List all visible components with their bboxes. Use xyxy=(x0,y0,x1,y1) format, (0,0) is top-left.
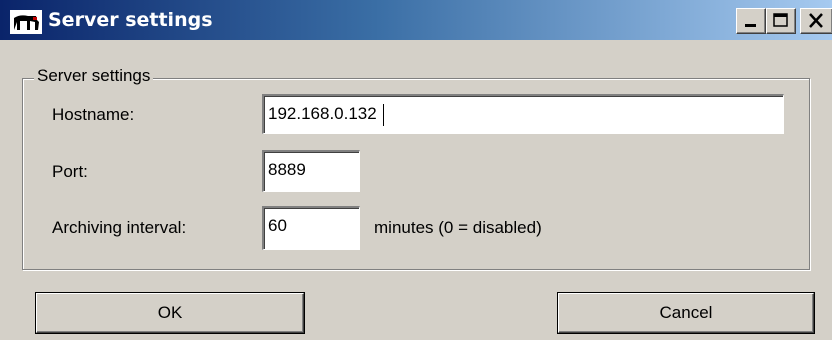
close-icon xyxy=(809,13,823,28)
archiving-interval-value: 60 xyxy=(268,216,287,235)
server-settings-window: Server settings Server settings Hostname… xyxy=(0,0,832,340)
hostname-label: Hostname: xyxy=(52,105,135,124)
archiving-interval-hint: minutes (0 = disabled) xyxy=(374,218,542,237)
app-icon xyxy=(10,10,42,34)
minimize-button[interactable] xyxy=(736,8,766,34)
title-bar[interactable]: Server settings xyxy=(0,0,832,40)
port-label: Port: xyxy=(52,162,88,181)
close-button[interactable] xyxy=(800,8,832,34)
hostname-input[interactable]: 192.168.0.132 xyxy=(262,94,784,134)
minimize-icon xyxy=(745,24,756,27)
archiving-interval-input[interactable]: 60 xyxy=(262,206,360,250)
ok-button[interactable]: OK xyxy=(36,293,304,333)
port-input[interactable]: 8889 xyxy=(262,150,360,192)
window-title: Server settings xyxy=(48,9,213,31)
port-value: 8889 xyxy=(268,160,306,179)
maximize-button[interactable] xyxy=(766,8,796,34)
maximize-icon xyxy=(773,13,788,27)
text-caret xyxy=(382,103,384,126)
archiving-interval-label: Archiving interval: xyxy=(52,218,187,237)
groupbox-legend: Server settings xyxy=(34,64,154,88)
cancel-button[interactable]: Cancel xyxy=(558,293,814,333)
hostname-value: 192.168.0.132 xyxy=(268,104,377,123)
